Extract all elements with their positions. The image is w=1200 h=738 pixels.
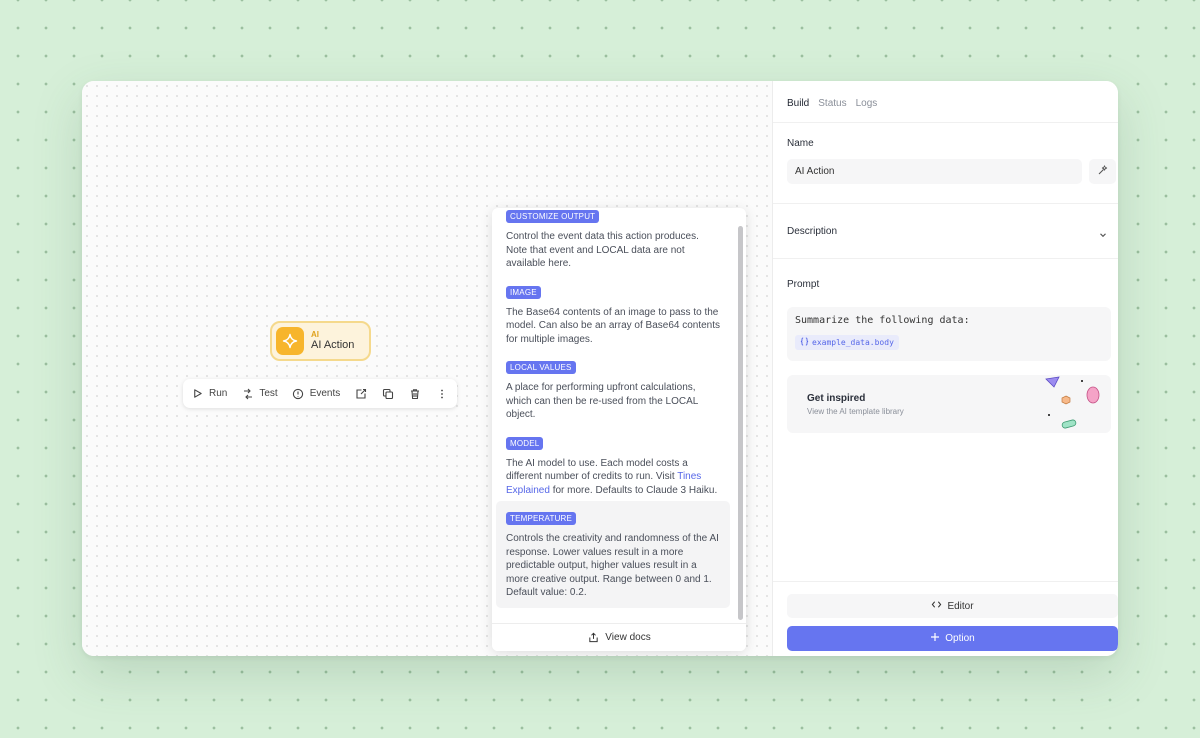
doc-item-customize-output: CUSTOMIZE OUTPUT Control the event data … <box>496 208 730 275</box>
copy-icon <box>381 387 394 400</box>
magic-wand-icon <box>1097 163 1109 181</box>
events-button[interactable]: Events <box>292 387 341 400</box>
doc-item-temperature: TEMPERATURE Controls the creativity and … <box>496 501 730 608</box>
docs-panel: CUSTOMIZE OUTPUT Control the event data … <box>492 208 746 651</box>
doc-desc: The AI model to use. Each model costs a … <box>506 457 722 498</box>
view-docs-label: View docs <box>605 632 651 643</box>
story-canvas[interactable]: AI AI Action Run Test Events CUSTOMIZE O… <box>82 81 772 656</box>
test-button[interactable]: Test <box>241 387 278 400</box>
more-button[interactable] <box>435 387 448 400</box>
test-icon <box>241 387 254 400</box>
events-label: Events <box>309 388 341 399</box>
node-toolbar: Run Test Events <box>183 379 457 408</box>
duplicate-button[interactable] <box>381 387 394 400</box>
doc-tag: LOCAL VALUES <box>506 361 576 374</box>
tab-logs[interactable]: Logs <box>856 98 878 109</box>
action-panel: Build Status Logs Name AI Action Descrip… <box>772 81 1118 656</box>
delete-button[interactable] <box>408 387 421 400</box>
divider <box>773 203 1118 204</box>
get-inspired-card[interactable]: Get inspired View the AI template librar… <box>787 375 1111 433</box>
editor-button[interactable]: Editor <box>787 594 1118 618</box>
doc-item-image: IMAGE The Base64 contents of an image to… <box>496 275 730 351</box>
node-name: AI Action <box>311 339 355 352</box>
events-icon <box>292 387 305 400</box>
doc-tag: IMAGE <box>506 285 541 299</box>
doc-desc-start: The AI model to use. Each model costs a … <box>506 457 688 483</box>
divider <box>773 122 1118 123</box>
inspire-title: Get inspired <box>807 393 866 404</box>
docs-scrollbar[interactable] <box>738 226 743 620</box>
doc-tag: MODEL <box>506 436 544 450</box>
prompt-variable-text: example_data.body <box>812 338 894 347</box>
add-option-button[interactable]: Option <box>787 626 1118 651</box>
doc-desc: A place for performing upfront calculati… <box>506 382 698 420</box>
run-button[interactable]: Run <box>191 387 227 400</box>
sparkle-icon <box>276 327 304 355</box>
export-icon <box>354 387 367 400</box>
panel-tabs: Build Status Logs <box>787 98 877 109</box>
prompt-text: Summarize the following data: <box>795 315 970 326</box>
play-icon <box>191 387 204 400</box>
doc-tag: CUSTOMIZE OUTPUT <box>506 210 600 223</box>
prompt-variable-pill[interactable]: example_data.body <box>795 335 899 350</box>
prompt-label: Prompt <box>787 279 820 290</box>
doc-desc: Control the event data this action produ… <box>506 231 699 269</box>
docs-scroll-area[interactable]: CUSTOMIZE OUTPUT Control the event data … <box>492 208 746 623</box>
more-vertical-icon <box>435 387 448 400</box>
tab-status[interactable]: Status <box>818 98 846 109</box>
inspire-subtitle: View the AI template library <box>807 407 904 416</box>
doc-tag: TEMPERATURE <box>506 512 577 525</box>
doc-desc-end: for more. Defaults to Claude 3 Haiku. <box>549 484 718 496</box>
divider <box>773 258 1118 259</box>
decorative-shapes-icon <box>1045 376 1100 429</box>
app-window: AI AI Action Run Test Events CUSTOMIZE O… <box>82 81 1118 656</box>
description-label: Description <box>787 226 838 237</box>
braces-icon <box>800 337 809 348</box>
doc-desc: The Base64 contents of an image to pass … <box>506 306 721 345</box>
share-icon <box>587 631 600 644</box>
node-kind: AI <box>311 329 319 339</box>
name-label: Name <box>787 138 814 149</box>
run-label: Run <box>209 388 228 399</box>
doc-item-local-values: LOCAL VALUES A place for performing upfr… <box>496 350 730 426</box>
view-docs-button[interactable]: View docs <box>492 623 746 651</box>
ai-action-node[interactable]: AI AI Action <box>270 321 371 361</box>
export-button[interactable] <box>354 387 367 400</box>
option-label: Option <box>945 633 975 644</box>
doc-desc: Controls the creativity and randomness o… <box>506 533 719 598</box>
divider <box>773 581 1118 582</box>
tab-build[interactable]: Build <box>787 98 809 109</box>
doc-item-model: MODEL The AI model to use. Each model co… <box>496 426 730 502</box>
plus-icon <box>930 632 940 645</box>
trash-icon <box>408 387 421 400</box>
code-icon <box>931 599 942 613</box>
editor-label: Editor <box>947 600 974 612</box>
name-input[interactable]: AI Action <box>787 159 1082 184</box>
test-label: Test <box>259 388 278 399</box>
prompt-editor[interactable]: Summarize the following data: example_da… <box>787 307 1111 361</box>
chevron-down-icon[interactable] <box>1098 227 1108 245</box>
magic-rename-button[interactable] <box>1089 159 1116 184</box>
